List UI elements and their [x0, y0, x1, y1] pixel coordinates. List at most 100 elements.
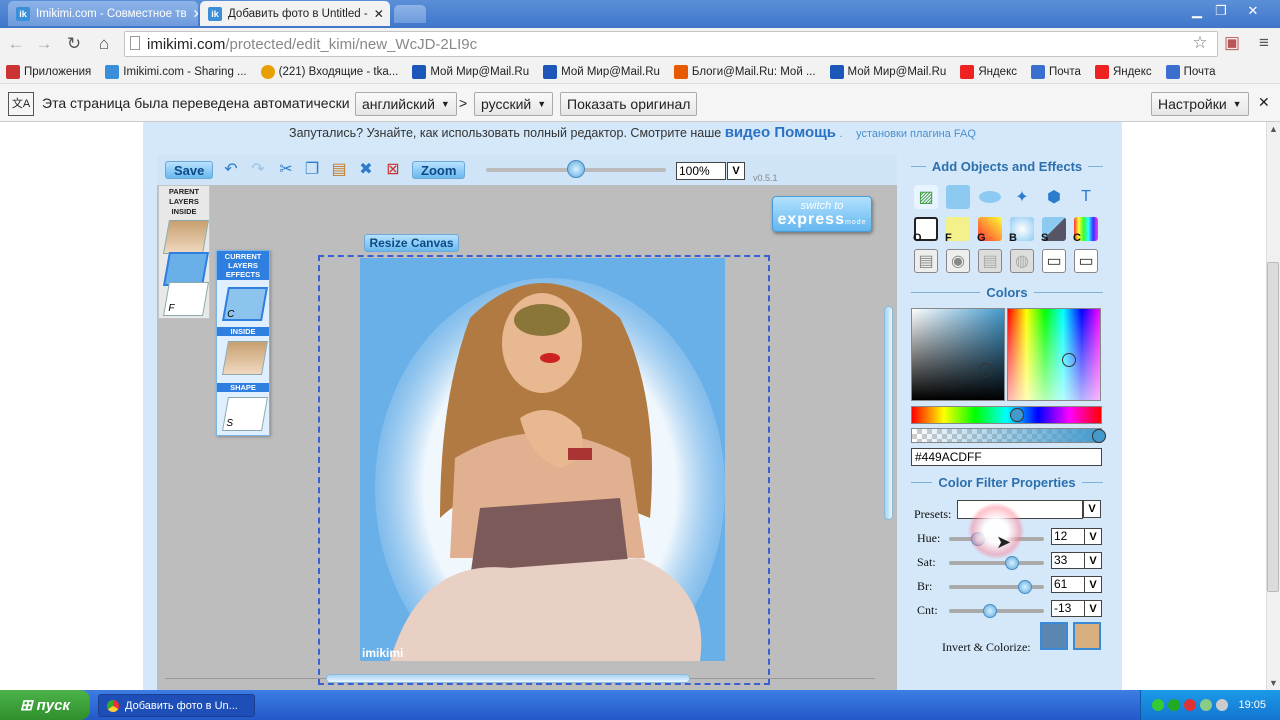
window-close-icon[interactable]: ✕: [1240, 2, 1266, 20]
zoom-slider-handle[interactable]: [567, 160, 585, 178]
slider-value-field[interactable]: 12: [1051, 528, 1085, 545]
close-icon[interactable]: ✕: [193, 7, 198, 21]
add-shape-icon[interactable]: ✦: [1010, 185, 1034, 209]
forward-icon[interactable]: →: [34, 34, 54, 54]
tab-add-photo[interactable]: ik Добавить фото в Untitled - ✕: [200, 1, 390, 26]
slider-handle[interactable]: [1004, 556, 1019, 570]
bookmark-inbox[interactable]: (221) Входящие - tka...: [260, 64, 398, 79]
alpha-marker[interactable]: [1092, 429, 1106, 443]
bookmark-moimir[interactable]: Мой Мир@Mail.Ru: [829, 64, 946, 79]
slider-dropdown-button[interactable]: V: [1084, 552, 1102, 569]
bookmark-yandex[interactable]: Яндекс: [960, 64, 1017, 79]
add-image-icon[interactable]: ▨: [914, 185, 938, 209]
home-icon[interactable]: ⌂: [94, 34, 114, 54]
slider-value-field[interactable]: -13: [1051, 600, 1085, 617]
bookmark-pochta[interactable]: Почта: [1165, 64, 1216, 79]
bookmark-star-icon[interactable]: ☆: [1190, 33, 1210, 53]
bookmark-moimir[interactable]: Мой Мир@Mail.Ru: [412, 64, 529, 79]
effect-layer-thumb[interactable]: C: [222, 287, 268, 321]
slider-track[interactable]: [949, 561, 1044, 565]
tray-volume-icon[interactable]: [1200, 699, 1213, 711]
copy-icon[interactable]: ❐: [302, 160, 322, 180]
target-language-select[interactable]: русский ▼: [474, 92, 554, 116]
close-translate-icon[interactable]: ✕: [1258, 94, 1270, 111]
layer-style-1-icon[interactable]: ▤: [914, 249, 938, 273]
scroll-up-icon[interactable]: ▲: [1269, 124, 1278, 134]
crop-icon[interactable]: ⊠: [383, 160, 403, 180]
delete-icon[interactable]: ✖: [356, 160, 376, 180]
bookmark-pochta[interactable]: Почта: [1031, 64, 1081, 79]
layer-style-4-icon[interactable]: ◍: [1010, 249, 1034, 273]
new-tab-button[interactable]: [394, 5, 426, 23]
spectrum-slider[interactable]: [911, 406, 1102, 424]
hue-marker[interactable]: [1062, 353, 1076, 367]
slider-value-field[interactable]: 61: [1051, 576, 1085, 593]
bookmark-yandex[interactable]: Яндекс: [1094, 64, 1152, 79]
shape-layer-thumb[interactable]: S: [222, 397, 268, 431]
menu-icon[interactable]: ≡: [1254, 33, 1274, 53]
video-help-link[interactable]: видео Помощь: [725, 124, 836, 141]
scroll-down-icon[interactable]: ▼: [1269, 678, 1278, 688]
bookmark-imikimi[interactable]: Imikimi.com - Sharing ...: [105, 64, 247, 79]
slider-handle[interactable]: [1018, 580, 1032, 594]
zoom-button[interactable]: Zoom: [412, 161, 466, 179]
switch-to-express-button[interactable]: switch to expressmode: [772, 196, 872, 232]
reload-icon[interactable]: ↻: [64, 34, 84, 54]
tray-skype-icon[interactable]: [1168, 699, 1181, 711]
spectrum-marker[interactable]: [1010, 408, 1024, 422]
parent-layer-thumb-selected[interactable]: [163, 252, 209, 286]
taskbar-item-chrome[interactable]: Добавить фото в Un...: [98, 694, 255, 717]
source-language-select[interactable]: английский ▼: [355, 92, 457, 116]
bookmark-blogs[interactable]: Блоги@Mail.Ru: Мой ...: [673, 64, 816, 79]
plugin-faq-link[interactable]: установки плагина FAQ: [856, 128, 976, 140]
layer-style-2-icon[interactable]: ◉: [946, 249, 970, 273]
save-button[interactable]: Save: [165, 161, 214, 179]
maximize-icon[interactable]: ❐: [1208, 2, 1234, 20]
add-ellipse-icon[interactable]: [978, 185, 1002, 209]
back-icon[interactable]: ←: [6, 34, 26, 54]
paste-icon[interactable]: ▤: [329, 160, 349, 180]
tab-imikimi[interactable]: ik Imikimi.com - Совместное тв ✕: [8, 1, 198, 26]
invert-button[interactable]: [1040, 622, 1068, 650]
zoom-dropdown-button[interactable]: V: [727, 162, 745, 180]
saturation-brightness-picker[interactable]: [911, 308, 1005, 401]
slider-value-field[interactable]: 33: [1051, 552, 1085, 569]
address-bar[interactable]: imikimi.com/protected/edit_kimi/new_WcJD…: [124, 31, 1218, 57]
tray-network-icon[interactable]: [1152, 699, 1165, 711]
add-text-icon[interactable]: T: [1074, 185, 1098, 209]
minimize-icon[interactable]: ▁: [1184, 2, 1210, 20]
sv-marker[interactable]: [979, 363, 993, 377]
undo-icon[interactable]: ↶: [221, 160, 241, 180]
tray-antivirus-icon[interactable]: [1184, 699, 1197, 711]
resize-canvas-button[interactable]: Resize Canvas: [364, 234, 459, 252]
speech-bubble-icon[interactable]: ▭: [1042, 249, 1066, 273]
layer-style-3-icon[interactable]: ▤: [978, 249, 1002, 273]
hue-picker[interactable]: [1007, 308, 1101, 401]
add-rectangle-icon[interactable]: [946, 185, 970, 209]
slider-dropdown-button[interactable]: V: [1084, 528, 1102, 545]
redo-icon[interactable]: ↷: [248, 160, 268, 180]
alpha-slider[interactable]: [911, 428, 1106, 443]
presets-dropdown-button[interactable]: V: [1083, 500, 1101, 518]
start-button[interactable]: ⊞ пуск: [0, 690, 90, 720]
hex-color-field[interactable]: #449ACDFF: [911, 448, 1102, 466]
canvas-vertical-scrollbar[interactable]: [884, 306, 893, 520]
slider-handle[interactable]: [982, 604, 997, 618]
canvas-horizontal-scrollbar[interactable]: [326, 674, 690, 683]
zoom-value-field[interactable]: 100%: [676, 162, 726, 180]
parent-layer-thumb-frame[interactable]: F: [163, 282, 209, 316]
extension-icon[interactable]: ▣: [1222, 33, 1242, 53]
colorize-button[interactable]: [1073, 622, 1101, 650]
bookmark-apps[interactable]: Приложения: [6, 64, 91, 79]
page-scrollbar-thumb[interactable]: [1267, 262, 1279, 592]
bookmark-moimir[interactable]: Мой Мир@Mail.Ru: [543, 64, 660, 79]
translate-settings-button[interactable]: Настройки ▼: [1151, 92, 1249, 116]
slider-dropdown-button[interactable]: V: [1084, 576, 1102, 593]
close-icon[interactable]: ✕: [374, 7, 384, 21]
cut-icon[interactable]: ✂: [276, 160, 296, 180]
show-original-button[interactable]: Показать оригинал: [560, 92, 698, 116]
speech-bubble-2-icon[interactable]: ▭: [1074, 249, 1098, 273]
parent-layer-thumb[interactable]: [163, 220, 209, 254]
inside-layer-thumb[interactable]: [222, 341, 268, 375]
canvas-photo[interactable]: [360, 258, 725, 661]
